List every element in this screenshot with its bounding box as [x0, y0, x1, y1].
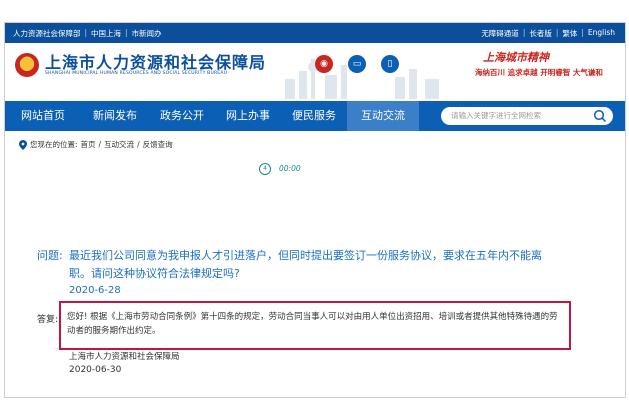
nav-home[interactable]: 网站首页 [5, 101, 81, 131]
top-link-elder-version[interactable]: 长者版 [529, 28, 552, 39]
answer-organization: 上海市人力资源和社会保障局 [69, 352, 180, 362]
main-nav: 网站首页 新闻发布 政务公开 网上办事 便民服务 互动交流 请输入关键字进行全网… [5, 101, 625, 131]
question-date: 2020-6-28 [69, 285, 121, 296]
top-link-news-office[interactable]: 市新闻办 [132, 28, 162, 39]
breadcrumb: 您现在的位置: 首页 / 互动交流 / 反馈查询 [19, 139, 173, 150]
top-link-traditional[interactable]: 繁体 [562, 28, 577, 39]
answer-text: 您好! 根据《上海市劳动合同条例》第十四条的规定，劳动合同当事人可以对由用人单位… [67, 312, 558, 336]
answer-label: 答复: [37, 315, 59, 325]
top-link-english[interactable]: English [588, 28, 615, 39]
breadcrumb-interaction[interactable]: 互动交流 [104, 139, 134, 150]
breadcrumb-home[interactable]: 首页 [81, 139, 96, 150]
slogan-title: 上海城市精神 [483, 51, 549, 64]
location-pin-icon [19, 139, 27, 150]
top-link-accessibility[interactable]: 无障碍通道 [481, 28, 519, 39]
question-label: 问题: [37, 249, 63, 262]
breadcrumb-separator: / [137, 140, 140, 149]
answer-date: 2020-06-30 [69, 365, 122, 375]
audio-play-button[interactable]: 4 [259, 163, 271, 175]
nav-online-services[interactable]: 网上办事 [215, 101, 281, 131]
tv-icon[interactable]: ▭ [348, 55, 366, 73]
slogan-text: 海纳百川 追求卓越 开明睿智 大气谦和 [475, 68, 603, 77]
breadcrumb-feedback[interactable]: 反馈查询 [143, 139, 173, 150]
site-title[interactable]: 上海市人力资源和社会保障局 [45, 49, 266, 73]
audio-time: 00:00 [279, 164, 301, 173]
site-subtitle: SHANGHAI MUNICIPAL HUMAN RESOURCES AND S… [45, 71, 228, 76]
question-text: 最近我们公司同意为我申报人才引进落户，但同时提出要签订一份服务协议，要求在五年内… [69, 249, 542, 280]
breadcrumb-label: 您现在的位置: [30, 140, 78, 149]
breadcrumb-separator: / [98, 140, 102, 149]
site-header: 上海市人力资源和社会保障局 SHANGHAI MUNICIPAL HUMAN R… [5, 43, 625, 101]
skyline-decoration [285, 59, 439, 99]
weibo-icon[interactable]: ◉ [315, 55, 333, 73]
browser-frame: 人力资源社会保障部 | 中国上海 | 市新闻办 无障碍通道 | 长者版 | 繁体… [4, 22, 626, 398]
search-icon[interactable] [593, 109, 607, 123]
emblem-logo [15, 53, 39, 77]
nav-government-affairs[interactable]: 政务公开 [149, 101, 215, 131]
nav-news[interactable]: 新闻发布 [81, 101, 149, 131]
top-link-bar: 人力资源社会保障部 | 中国上海 | 市新闻办 无障碍通道 | 长者版 | 繁体… [5, 23, 625, 43]
top-link-mohrss[interactable]: 人力资源社会保障部 [13, 28, 81, 39]
mobile-icon[interactable]: ▯ [381, 55, 399, 73]
search-box[interactable]: 请输入关键字进行全网检索 [441, 107, 613, 125]
search-input[interactable]: 请输入关键字进行全网检索 [451, 110, 541, 121]
nav-convenience[interactable]: 便民服务 [281, 101, 347, 131]
nav-interaction[interactable]: 互动交流 [347, 101, 419, 131]
top-link-china-shanghai[interactable]: 中国上海 [91, 28, 121, 39]
